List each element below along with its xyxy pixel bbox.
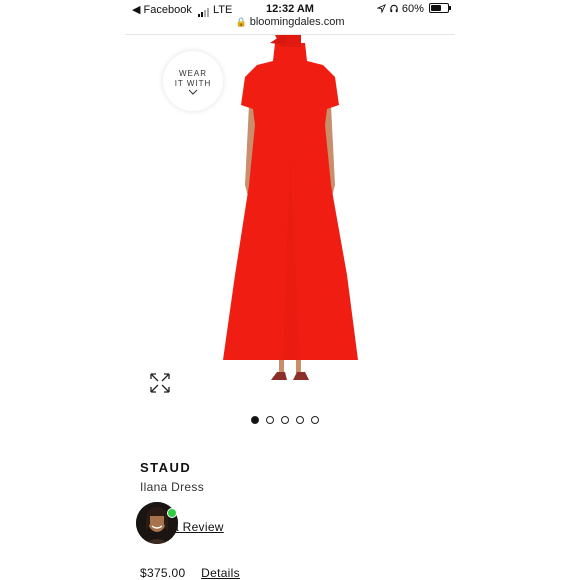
battery-icon: [429, 3, 451, 13]
carousel-dot[interactable]: [296, 416, 304, 424]
product-name: Ilana Dress: [140, 480, 204, 494]
carousel-dot[interactable]: [266, 416, 274, 424]
carousel-dot[interactable]: [281, 416, 289, 424]
wear-label-line2: IT WITH: [174, 79, 212, 88]
url-domain: bloomingdales.com: [249, 16, 345, 28]
status-right: 60%: [376, 3, 451, 15]
chevron-down-icon: [188, 89, 198, 95]
phone-screen: ◀ Facebook LTE 12:32 AM 60% 🔒 bloomingdal…: [125, 0, 455, 580]
product-image[interactable]: WEAR IT WITH: [125, 33, 455, 393]
url-bar[interactable]: 🔒 bloomingdales.com: [125, 16, 455, 28]
online-status-dot: [167, 508, 177, 518]
price-row: $375.00 Details: [140, 566, 240, 580]
wear-label-line1: WEAR: [179, 69, 207, 78]
battery-percent: 60%: [401, 3, 424, 15]
details-link[interactable]: Details: [201, 566, 240, 580]
carousel-dots: [251, 411, 326, 429]
expand-icon[interactable]: [149, 372, 171, 394]
write-review-link[interactable]: a Review: [172, 520, 224, 534]
wear-it-with-button[interactable]: WEAR IT WITH: [163, 51, 223, 111]
lock-icon: 🔒: [235, 17, 247, 27]
product-price: $375.00: [140, 566, 186, 580]
headphones-icon: [390, 4, 398, 13]
product-brand[interactable]: STAUD: [140, 460, 191, 475]
carousel-dot[interactable]: [251, 416, 259, 424]
carousel-dot[interactable]: [311, 416, 319, 424]
location-arrow-icon: [376, 4, 386, 14]
